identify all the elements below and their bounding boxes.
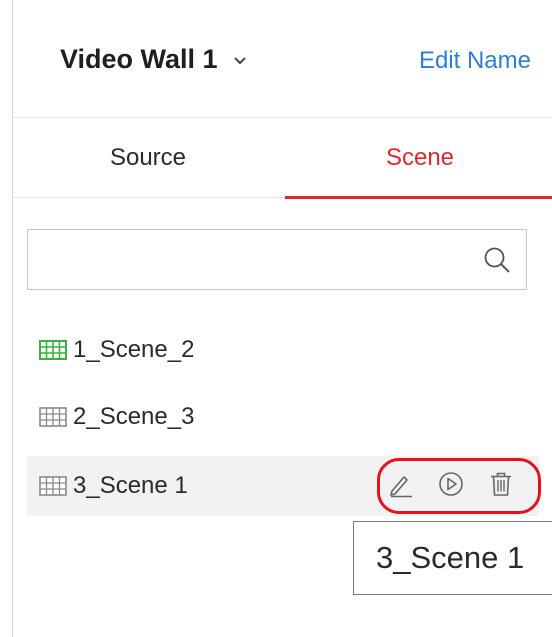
- grid-icon: [39, 340, 67, 360]
- tab-scene-label: Scene: [385, 144, 455, 171]
- video-wall-selector[interactable]: Video Wall 1: [60, 44, 248, 75]
- scene-item-2[interactable]: 2_Scene_3: [27, 387, 539, 447]
- video-wall-name: Video Wall 1: [60, 44, 218, 74]
- grid-icon: [39, 407, 67, 427]
- scene-item-label: 3_Scene 1: [73, 472, 188, 499]
- scene-name-tooltip: 3_Scene 1: [353, 521, 552, 595]
- play-icon[interactable]: [436, 469, 466, 499]
- tab-bar: Source Scene: [13, 118, 552, 199]
- chevron-down-icon: [233, 56, 246, 64]
- grid-icon: [39, 476, 67, 496]
- search-icon[interactable]: [482, 245, 512, 275]
- panel-header: Video Wall 1 Edit Name: [13, 0, 552, 118]
- tab-source[interactable]: Source: [13, 118, 283, 197]
- scene-item-label: 1_Scene_2: [73, 336, 195, 363]
- delete-icon[interactable]: [486, 469, 516, 499]
- video-wall-panel: Video Wall 1 Edit Name Source Scene 1_Sc…: [12, 0, 552, 637]
- tab-scene[interactable]: Scene: [285, 118, 552, 197]
- edit-icon[interactable]: [386, 469, 416, 499]
- scene-item-label: 2_Scene_3: [73, 403, 195, 430]
- active-tab-indicator: [285, 196, 552, 199]
- scene-item-1[interactable]: 1_Scene_2: [27, 320, 539, 380]
- edit-name-link[interactable]: Edit Name: [419, 47, 531, 75]
- search-input[interactable]: [38, 238, 462, 282]
- search-box: [27, 229, 527, 290]
